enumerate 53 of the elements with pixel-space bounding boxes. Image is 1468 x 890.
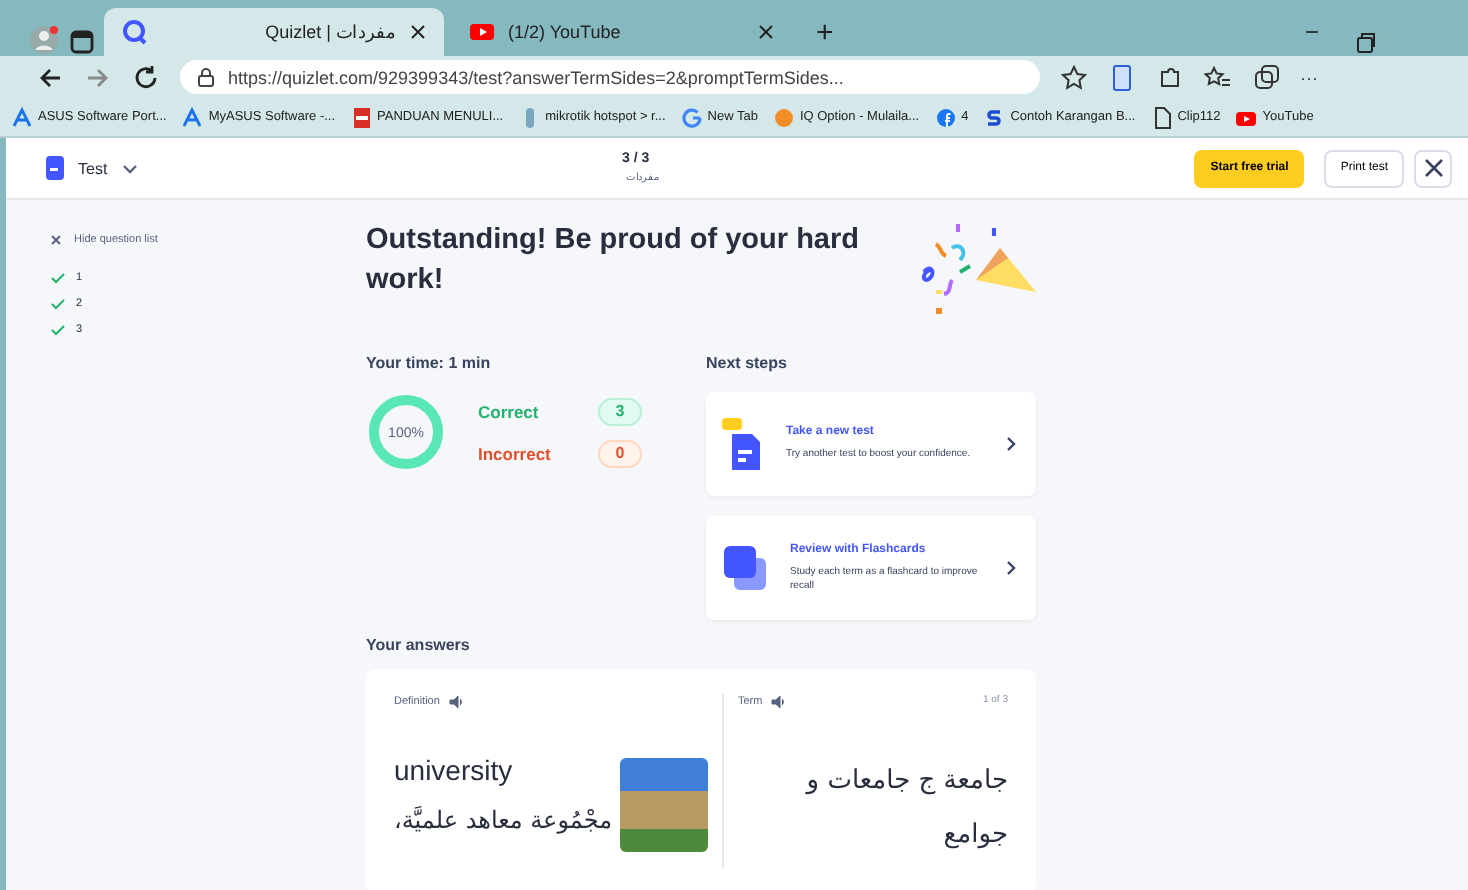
iq-option-logo-icon (773, 105, 794, 129)
pdf-file-icon (351, 105, 372, 129)
quizlet-logo-icon (120, 18, 148, 46)
time-label: Your time: 1 min (366, 354, 493, 372)
new-tab-button[interactable]: + (800, 8, 850, 56)
caret-icon (119, 160, 140, 176)
result-headline: Outstanding! Be proud of your hard work! (366, 222, 861, 300)
speaker-icon (447, 694, 464, 710)
lock-icon (196, 65, 216, 89)
incorrect-count: 0 (598, 439, 642, 467)
s-logo-icon (984, 105, 1005, 129)
close-button[interactable] (1414, 149, 1452, 187)
close-icon (1421, 156, 1445, 180)
triangle-logo-icon (182, 105, 203, 129)
reload-icon (132, 63, 160, 91)
term-text: جامعة ج جامعات و جوامع (803, 764, 1008, 854)
collections-icon (1252, 63, 1280, 91)
back-arrow-icon (36, 63, 64, 91)
browser-tab[interactable]: (1/2) YouTube (452, 8, 792, 56)
google-logo-icon (681, 105, 702, 129)
minimize-button[interactable]: − (1280, 8, 1344, 56)
triangle-logo-icon (12, 105, 32, 129)
definition-arabic-text: مجْمُوعة معاهد علميَّة، (394, 806, 613, 834)
mode-dropdown[interactable]: Test (78, 159, 108, 177)
more-menu-button[interactable]: ··· (1300, 67, 1318, 87)
chevron-icon (1004, 558, 1020, 578)
favorites-icon (1204, 63, 1232, 91)
document-icon (1108, 63, 1136, 91)
browser-tab[interactable]: Quizlet | مفردات (104, 8, 444, 56)
close-icon (756, 22, 776, 42)
address-bar[interactable]: https://quizlet.com/929399343/test?answerTermSides=2&promptTermSides... (180, 60, 1040, 94)
chevron-icon (1004, 434, 1020, 454)
close-icon (50, 234, 62, 246)
document-icon (722, 416, 766, 472)
definition-text: university (394, 754, 515, 786)
correct-count: 3 (598, 397, 642, 425)
photo-placeholder (620, 758, 708, 852)
document-icon (42, 156, 66, 180)
profile-avatar-icon (28, 24, 60, 56)
tab-actions-icon (68, 28, 96, 56)
restore-window-icon (1352, 28, 1380, 56)
forward-arrow-icon (84, 63, 112, 91)
flashcards-icon (722, 542, 770, 594)
answers-heading: Your answers (366, 636, 472, 654)
correct-label: Correct (478, 401, 539, 421)
speaker-icon (770, 694, 787, 710)
incorrect-label: Incorrect (478, 443, 551, 463)
next-steps-heading: Next steps (706, 354, 789, 372)
youtube-logo-icon (468, 18, 496, 46)
document-icon (1151, 105, 1172, 129)
close-icon (408, 22, 428, 42)
star-icon (1060, 63, 1088, 91)
facebook-logo-icon (935, 105, 956, 129)
